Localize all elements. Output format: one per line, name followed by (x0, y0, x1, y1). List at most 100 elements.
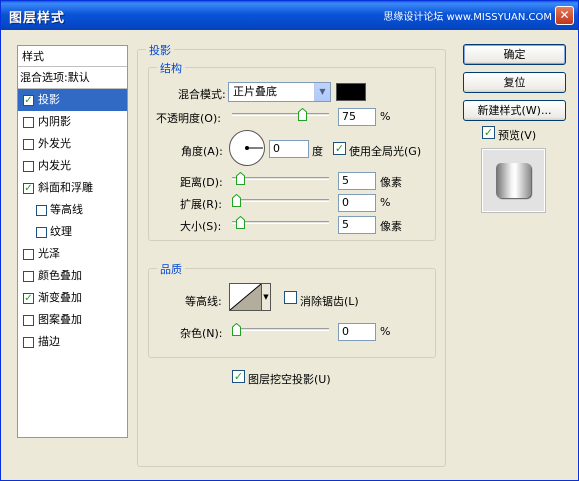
style-list-item[interactable]: 纹理 (18, 221, 127, 243)
noise-unit: % (380, 325, 391, 338)
distance-slider[interactable] (232, 172, 329, 186)
style-list-item[interactable]: 图案叠加 (18, 309, 127, 331)
style-list-header: 样式 (18, 46, 127, 67)
style-list-item[interactable]: 内发光 (18, 155, 127, 177)
style-list-item-label: 光泽 (38, 247, 60, 260)
opacity-slider-track (232, 113, 329, 116)
blend-mode-value: 正片叠底 (233, 85, 277, 98)
contour-label: 等高线: (185, 295, 222, 308)
spread-slider[interactable] (232, 194, 329, 208)
angle-label: 角度(A): (181, 145, 223, 158)
spread-input[interactable]: 0 (338, 194, 376, 212)
angle-dial-needle (245, 146, 263, 150)
contour-picker[interactable]: ▼ (229, 283, 271, 311)
ok-button[interactable]: 确定 (463, 44, 566, 65)
global-light-checkbox[interactable]: ✓ (333, 142, 346, 155)
size-input[interactable]: 5 (338, 216, 376, 234)
preview-thumbnail (496, 163, 531, 198)
anti-alias-label: 消除锯齿(L) (300, 295, 359, 308)
style-list-item[interactable]: 等高线 (18, 199, 127, 221)
structure-group: 结构 混合模式: 正片叠底 ▼ 不透明度(O): 75 % 角度(A): 0 度… (148, 60, 436, 241)
noise-input[interactable]: 0 (338, 323, 376, 341)
distance-input[interactable]: 5 (338, 172, 376, 190)
style-checkbox[interactable] (23, 249, 34, 260)
contour-curve-icon (229, 283, 262, 311)
size-slider-thumb[interactable] (236, 216, 245, 229)
style-checkbox[interactable] (36, 205, 47, 216)
blend-mode-label: 混合模式: (178, 88, 226, 101)
knockout-label: 图层挖空投影(U) (248, 373, 331, 386)
style-list-item[interactable]: ✓ 投影 (18, 89, 127, 111)
watermark-text: 思缘设计论坛 www.MISSYUAN.COM (383, 12, 552, 23)
style-checkbox[interactable]: ✓ (23, 95, 34, 106)
style-checkbox[interactable] (23, 337, 34, 348)
style-list-item[interactable]: 颜色叠加 (18, 265, 127, 287)
knockout-checkbox[interactable]: ✓ (232, 370, 245, 383)
quality-group: 品质 等高线: ▼ 消除锯齿(L) 杂色(N): 0 % (148, 261, 436, 358)
new-style-button[interactable]: 新建样式(W)... (463, 100, 566, 121)
blend-options-item[interactable]: 混合选项:默认 (18, 67, 127, 89)
style-list-item-label: 投影 (38, 93, 60, 106)
angle-dial[interactable] (229, 130, 265, 166)
style-list-item[interactable]: 描边 (18, 331, 127, 353)
size-slider-track (232, 221, 329, 224)
close-icon[interactable]: ✕ (555, 6, 574, 25)
structure-title: 结构 (157, 60, 185, 76)
dialog-title: 图层样式 (9, 11, 66, 26)
shadow-color-swatch[interactable] (336, 83, 366, 101)
distance-unit: 像素 (380, 176, 402, 189)
distance-slider-track (232, 177, 329, 180)
spread-label: 扩展(R): (180, 198, 222, 211)
style-list-item-label: 描边 (38, 335, 60, 348)
blend-mode-select[interactable]: 正片叠底 ▼ (228, 82, 331, 102)
size-slider[interactable] (232, 216, 329, 230)
opacity-slider-thumb[interactable] (298, 108, 307, 121)
style-preview (481, 148, 546, 213)
style-list-item[interactable]: ✓ 渐变叠加 (18, 287, 127, 309)
spread-unit: % (380, 196, 391, 209)
style-checkbox[interactable] (23, 117, 34, 128)
spread-slider-thumb[interactable] (232, 194, 241, 207)
style-list-item-label: 斜面和浮雕 (38, 181, 93, 194)
title-bar[interactable]: 图层样式 思缘设计论坛 www.MISSYUAN.COM ✕ (1, 1, 578, 30)
style-checkbox[interactable] (23, 271, 34, 282)
noise-slider[interactable] (232, 323, 329, 337)
style-checkbox[interactable]: ✓ (23, 183, 34, 194)
style-checkbox[interactable] (23, 139, 34, 150)
distance-slider-thumb[interactable] (236, 172, 245, 185)
angle-unit: 度 (312, 145, 323, 158)
style-list-item-label: 图案叠加 (38, 313, 82, 326)
style-checkbox[interactable] (23, 161, 34, 172)
opacity-slider[interactable] (232, 108, 329, 122)
style-list-item-label: 颜色叠加 (38, 269, 82, 282)
chevron-down-icon[interactable]: ▼ (261, 283, 271, 311)
anti-alias-checkbox[interactable] (284, 291, 297, 304)
global-light-label: 使用全局光(G) (349, 145, 422, 158)
angle-input[interactable]: 0 (269, 140, 309, 158)
style-list-item-label: 等高线 (50, 203, 83, 216)
preview-checkbox[interactable]: ✓ (482, 126, 495, 139)
opacity-label: 不透明度(O): (156, 112, 221, 125)
style-checkbox[interactable]: ✓ (23, 293, 34, 304)
style-list-item[interactable]: ✓ 斜面和浮雕 (18, 177, 127, 199)
style-checkbox[interactable] (23, 315, 34, 326)
opacity-input[interactable]: 75 (338, 108, 376, 126)
spread-slider-track (232, 199, 329, 202)
style-checkbox[interactable] (36, 227, 47, 238)
style-list-item[interactable]: 光泽 (18, 243, 127, 265)
chevron-down-icon: ▼ (314, 83, 330, 101)
drop-shadow-group: 投影 结构 混合模式: 正片叠底 ▼ 不透明度(O): 75 % 角度(A): (137, 42, 446, 467)
style-list-item-label: 内发光 (38, 159, 71, 172)
quality-title: 品质 (157, 261, 185, 277)
opacity-unit: % (380, 110, 391, 123)
reset-button[interactable]: 复位 (463, 72, 566, 93)
noise-label: 杂色(N): (180, 327, 223, 340)
size-unit: 像素 (380, 220, 402, 233)
layer-style-dialog: 图层样式 思缘设计论坛 www.MISSYUAN.COM ✕ 样式 混合选项:默… (0, 0, 579, 481)
style-list-item[interactable]: 外发光 (18, 133, 127, 155)
style-list-item-label: 内阴影 (38, 115, 71, 128)
preview-label: 预览(V) (498, 129, 537, 142)
style-list-item[interactable]: 内阴影 (18, 111, 127, 133)
noise-slider-track (232, 328, 329, 331)
noise-slider-thumb[interactable] (232, 323, 241, 336)
